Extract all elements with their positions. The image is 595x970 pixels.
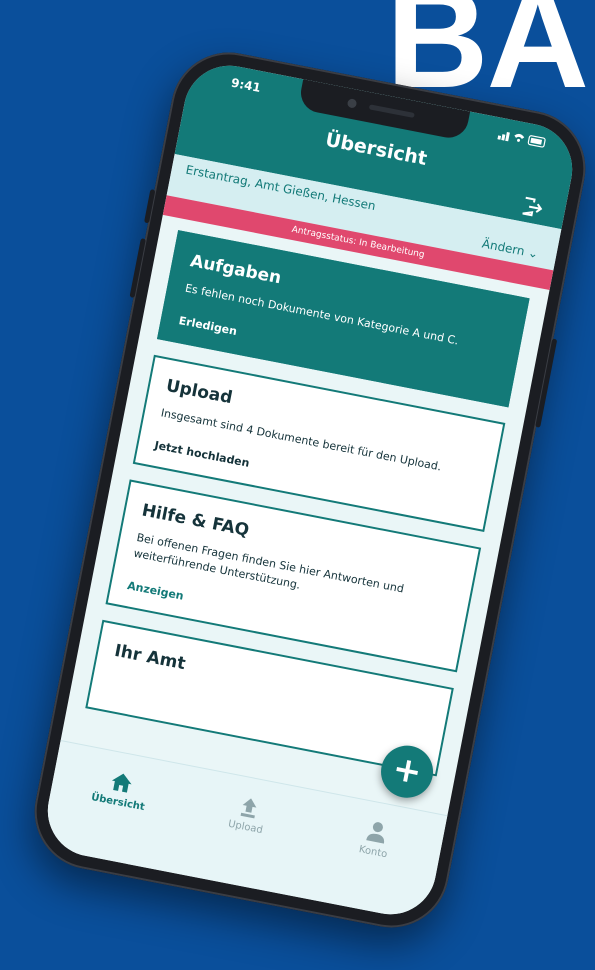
home-icon (111, 773, 132, 793)
phone-side-button (129, 238, 146, 298)
change-label: Ändern (480, 236, 526, 259)
status-time: 9:41 (229, 75, 262, 96)
phone-screen: 9:41 Übersicht Erstantrag, Amt Gießen, H… (39, 57, 581, 923)
signal-wifi-battery-icon (497, 131, 546, 148)
phone-frame: 9:41 Übersicht Erstantrag, Amt Gießen, H… (24, 42, 595, 938)
camera-icon (346, 98, 358, 109)
status-icons (497, 128, 549, 152)
phone-side-button (144, 189, 156, 224)
upload-icon (240, 798, 257, 819)
chevron-down-icon: ⌄ (526, 245, 540, 262)
tab-label: Konto (357, 844, 389, 861)
tab-label: Upload (227, 818, 264, 837)
tab-overview[interactable]: Übersicht (68, 762, 173, 817)
tab-upload[interactable]: Upload (195, 787, 300, 842)
tab-label: Übersicht (90, 792, 146, 814)
tab-account[interactable]: Konto (323, 812, 428, 867)
dashboard-cards: Aufgaben Es fehlen noch Dokumente von Ka… (82, 230, 530, 792)
logout-icon[interactable] (519, 195, 544, 219)
user-icon (366, 822, 385, 844)
phone-side-button (535, 338, 558, 428)
speaker-icon (368, 104, 415, 118)
